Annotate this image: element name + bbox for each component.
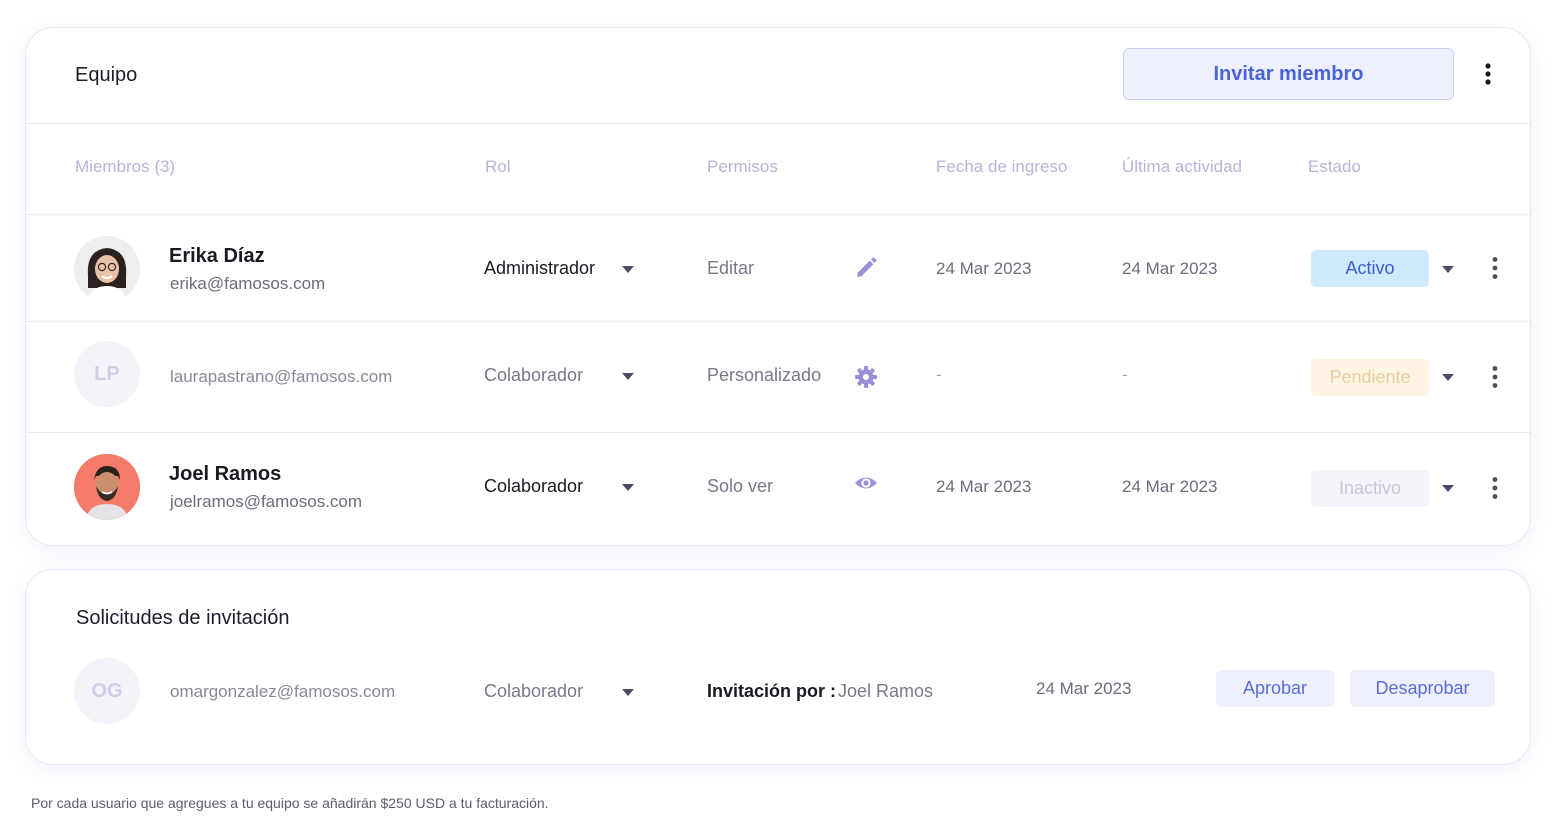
team-card: Equipo Invitar miembro Miembros (3) Rol … xyxy=(25,27,1531,546)
chevron-down-icon[interactable] xyxy=(1442,485,1454,492)
request-row: OG omargonzalez@famosos.com Colaborador … xyxy=(26,656,1530,726)
join-date: - xyxy=(936,365,942,384)
status-badge[interactable]: Pendiente xyxy=(1311,359,1429,396)
avatar-initials: OG xyxy=(74,658,140,724)
request-email: omargonzalez@famosos.com xyxy=(170,682,396,701)
chevron-down-icon[interactable] xyxy=(622,689,634,696)
last-activity: 24 Mar 2023 xyxy=(1122,259,1218,278)
permission-label: Personalizado xyxy=(707,365,822,385)
column-header-role[interactable]: Rol xyxy=(485,157,511,177)
member-name: Joel Ramos xyxy=(169,463,282,485)
more-options-icon[interactable] xyxy=(1477,62,1499,86)
role-select[interactable]: Colaborador xyxy=(484,476,583,497)
person-photo-icon xyxy=(74,236,140,302)
gear-icon[interactable] xyxy=(854,365,878,389)
team-title: Equipo xyxy=(75,64,138,86)
chevron-down-icon[interactable] xyxy=(1442,374,1454,381)
chevron-down-icon[interactable] xyxy=(622,266,634,273)
invite-member-button[interactable]: Invitar miembro xyxy=(1123,48,1454,100)
avatar xyxy=(74,236,140,302)
invited-by-name: Joel Ramos xyxy=(838,681,934,701)
member-email: laurapastrano@famosos.com xyxy=(170,367,393,386)
avatar xyxy=(74,454,140,520)
table-row: LP laurapastrano@famosos.com Colaborador… xyxy=(26,322,1530,432)
invited-by-label: Invitación por : xyxy=(707,681,837,701)
approve-button[interactable]: Aprobar xyxy=(1216,670,1334,707)
reject-button[interactable]: Desaprobar xyxy=(1350,670,1495,707)
chevron-down-icon[interactable] xyxy=(1442,266,1454,273)
invitation-requests-card: Solicitudes de invitación OG omargonzale… xyxy=(25,569,1531,765)
chevron-down-icon[interactable] xyxy=(622,373,634,380)
request-date: 24 Mar 2023 xyxy=(1036,679,1132,698)
status-badge[interactable]: Activo xyxy=(1311,250,1429,287)
member-email: erika@famosos.com xyxy=(170,274,326,293)
pencil-icon[interactable] xyxy=(854,256,878,280)
column-header-members[interactable]: Miembros (3) xyxy=(75,157,175,177)
more-options-icon[interactable] xyxy=(1484,256,1506,280)
table-row: Joel Ramos joelramos@famosos.com Colabor… xyxy=(26,433,1530,543)
column-header-last-activity[interactable]: Última actividad xyxy=(1122,157,1242,177)
requests-title: Solicitudes de invitación xyxy=(76,607,290,629)
billing-footnote: Por cada usuario que agregues a tu equip… xyxy=(31,795,549,811)
join-date: 24 Mar 2023 xyxy=(936,259,1032,278)
last-activity: 24 Mar 2023 xyxy=(1122,477,1218,496)
permission-label: Solo ver xyxy=(707,476,774,496)
member-name: Erika Díaz xyxy=(169,245,265,267)
divider xyxy=(26,123,1530,124)
member-email: joelramos@famosos.com xyxy=(170,492,363,511)
role-select[interactable]: Administrador xyxy=(484,258,595,279)
chevron-down-icon[interactable] xyxy=(622,484,634,491)
more-options-icon[interactable] xyxy=(1484,476,1506,500)
avatar-initials: LP xyxy=(74,341,140,407)
join-date: 24 Mar 2023 xyxy=(936,477,1032,496)
more-options-icon[interactable] xyxy=(1484,365,1506,389)
role-select[interactable]: Colaborador xyxy=(484,365,583,386)
permission-label: Editar xyxy=(707,258,755,278)
last-activity: - xyxy=(1122,365,1128,384)
column-header-join-date[interactable]: Fecha de ingreso xyxy=(936,157,1067,177)
table-row: Erika Díaz erika@famosos.com Administrad… xyxy=(26,215,1530,321)
status-badge[interactable]: Inactivo xyxy=(1311,470,1429,507)
column-header-permissions[interactable]: Permisos xyxy=(707,157,778,177)
person-photo-icon xyxy=(74,454,140,520)
role-select[interactable]: Colaborador xyxy=(484,681,583,702)
column-header-status[interactable]: Estado xyxy=(1308,157,1361,177)
eye-icon[interactable] xyxy=(854,471,878,495)
